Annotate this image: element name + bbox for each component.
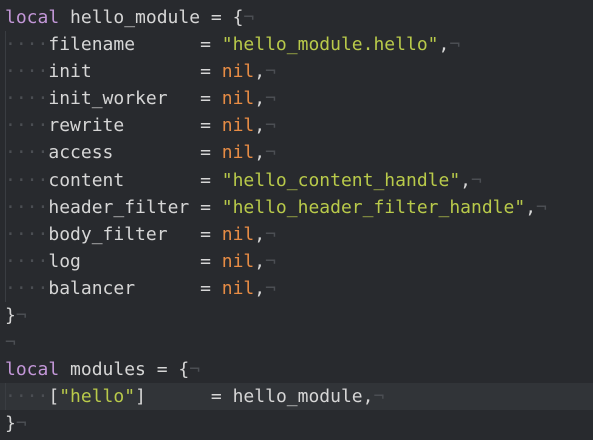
nil-token: nil [221, 88, 255, 110]
string-token: "hello_content_handle" [221, 169, 461, 191]
code-token: filename = [48, 34, 222, 56]
whitespace-marker: ···· [5, 223, 49, 245]
code-token: rewrite = [48, 115, 222, 137]
code-line[interactable]: ····["hello"] = hello_module,¬ [0, 383, 593, 411]
code-token: , [525, 196, 537, 218]
newline-marker: ¬ [265, 88, 276, 110]
newline-marker: ¬ [265, 115, 276, 137]
code-line[interactable]: ····access = nil,¬ [0, 139, 593, 167]
whitespace-marker: ···· [5, 34, 49, 56]
code-line[interactable]: ····filename = "hello_module.hello",¬ [0, 31, 593, 59]
code-token: balancer = [48, 277, 222, 299]
indent-guide [5, 139, 6, 167]
code-line[interactable]: ····init = nil,¬ [0, 58, 593, 86]
whitespace-marker: ···· [5, 169, 49, 191]
nil-token: nil [221, 142, 255, 164]
code-line[interactable]: ····log = nil,¬ [0, 247, 593, 275]
newline-marker: ¬ [536, 196, 547, 218]
code-line[interactable]: ····balancer = nil,¬ [0, 274, 593, 303]
code-token: } [5, 413, 16, 435]
newline-marker: ¬ [373, 386, 385, 408]
code-editor[interactable]: local hello_module = {¬ ····filename = "h… [0, 0, 593, 440]
code-token: modules = { [59, 359, 190, 381]
code-token: , [254, 250, 266, 272]
newline-marker: ¬ [265, 250, 276, 272]
code-line[interactable]: local hello_module = {¬ [0, 4, 593, 31]
indent-guide [5, 166, 6, 194]
newline-marker: ¬ [471, 169, 482, 191]
code-token: ] = hello_module, [135, 386, 374, 408]
newline-marker: ¬ [15, 305, 27, 327]
code-line[interactable]: ····init_worker = nil,¬ [0, 85, 593, 113]
code-token: , [254, 223, 266, 245]
newline-marker: ¬ [189, 359, 201, 381]
string-token: "hello" [59, 386, 136, 408]
code-line[interactable]: ¬ [0, 329, 593, 356]
newline-marker: ¬ [243, 7, 255, 28]
code-token: content = [48, 169, 222, 191]
whitespace-marker: ···· [5, 115, 49, 137]
nil-token: nil [221, 250, 255, 272]
whitespace-marker: ···· [5, 142, 49, 164]
whitespace-marker: ···· [5, 61, 49, 83]
nil-token: nil [221, 223, 255, 245]
code-token: , [254, 277, 266, 299]
newline-marker: ¬ [5, 332, 16, 354]
indent-guide [5, 193, 6, 221]
string-token: "hello_module.hello" [221, 34, 439, 56]
string-token: "hello_header_filter_handle" [221, 196, 526, 218]
code-line[interactable]: }¬ [0, 410, 593, 437]
newline-marker: ¬ [15, 413, 27, 435]
nil-token: nil [221, 277, 255, 299]
newline-marker: ¬ [265, 142, 276, 164]
indent-guide [5, 31, 6, 59]
indent-guide [5, 58, 6, 86]
whitespace-marker: ···· [5, 386, 49, 408]
code-token: , [254, 88, 266, 110]
code-token: } [5, 305, 16, 327]
code-token: , [254, 115, 266, 137]
indent-guide [5, 274, 6, 303]
code-token: init_worker = [48, 88, 222, 110]
indent-guide [5, 383, 6, 411]
code-token: log = [48, 250, 222, 272]
code-line[interactable]: local modules = {¬ [0, 356, 593, 383]
keyword-token: local [5, 7, 60, 28]
newline-marker: ¬ [449, 34, 461, 56]
nil-token: nil [221, 61, 255, 83]
newline-marker: ¬ [265, 223, 276, 245]
keyword-token: local [5, 359, 60, 381]
newline-marker: ¬ [265, 61, 276, 83]
nil-token: nil [221, 115, 255, 137]
indent-guide [5, 112, 6, 140]
newline-marker: ¬ [265, 277, 276, 299]
indent-guide [5, 247, 6, 275]
indent-guide [5, 220, 6, 248]
code-token: init = [48, 61, 222, 83]
code-line[interactable]: ····rewrite = nil,¬ [0, 112, 593, 140]
code-token: hello_module = { [59, 7, 244, 28]
code-token: , [460, 169, 472, 191]
code-token: , [254, 61, 266, 83]
whitespace-marker: ···· [5, 88, 49, 110]
code-token: , [438, 34, 450, 56]
code-token: body_filter = [48, 223, 222, 245]
whitespace-marker: ···· [5, 196, 49, 218]
indent-guide [5, 85, 6, 113]
code-token: header_filter = [48, 196, 222, 218]
whitespace-marker: ···· [5, 277, 49, 299]
code-token: , [254, 142, 266, 164]
code-token: [ [48, 386, 60, 408]
code-line[interactable]: ····body_filter = nil,¬ [0, 220, 593, 248]
code-line[interactable]: ····content = "hello_content_handle",¬ [0, 166, 593, 194]
code-line[interactable]: }¬ [0, 302, 593, 329]
code-line[interactable]: ····header_filter = "hello_header_filter… [0, 193, 593, 221]
whitespace-marker: ···· [5, 250, 49, 272]
code-token: access = [48, 142, 222, 164]
